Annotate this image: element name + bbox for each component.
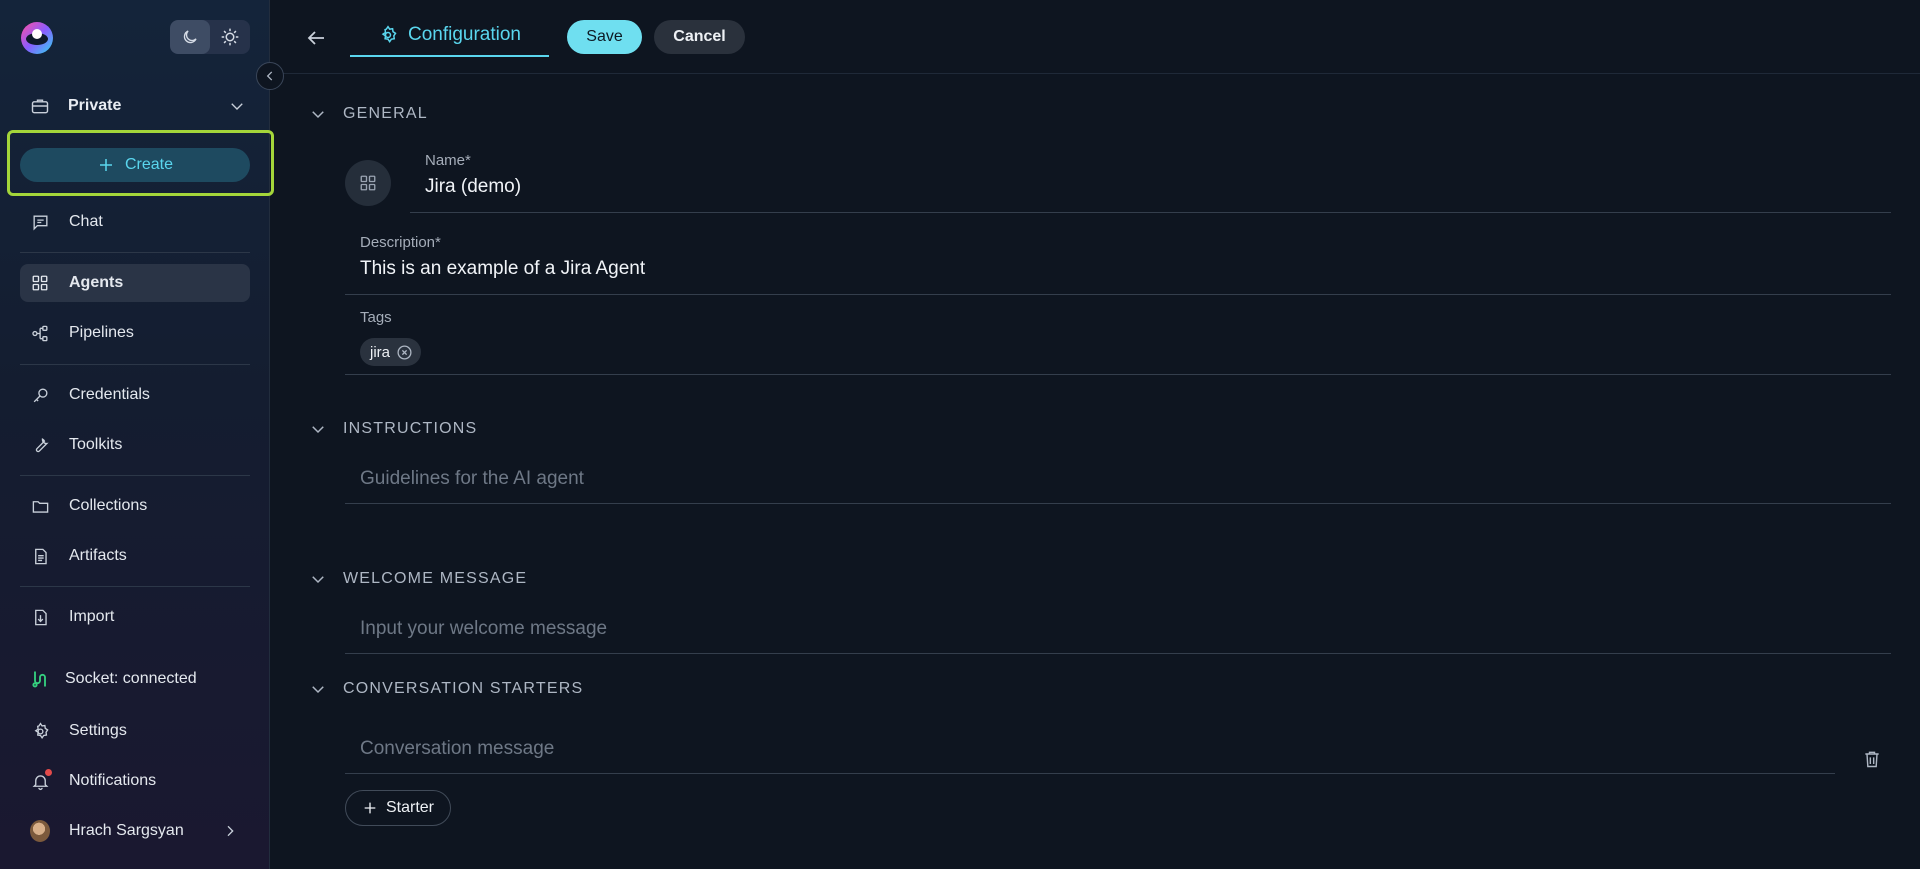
sidebar-item-toolkits[interactable]: Toolkits bbox=[20, 426, 250, 464]
user-menu[interactable]: Hrach Sargsyan bbox=[20, 812, 250, 850]
avatar bbox=[30, 820, 50, 842]
grid-icon bbox=[30, 273, 50, 293]
top-bar: Configuration Save Cancel bbox=[271, 0, 1920, 74]
bell-icon bbox=[30, 769, 52, 791]
project-name: Private bbox=[68, 97, 122, 114]
notification-dot bbox=[45, 769, 52, 776]
sidebar-item-import[interactable]: Import bbox=[20, 598, 250, 636]
section-title: WELCOME MESSAGE bbox=[343, 570, 528, 587]
sidebar-item-artifacts[interactable]: Artifacts bbox=[20, 537, 250, 575]
sidebar: Private Create Chat Agents Pipelines Cre… bbox=[0, 0, 274, 869]
chat-icon bbox=[30, 212, 50, 232]
chevron-down-icon bbox=[312, 426, 324, 434]
chevron-right-icon bbox=[222, 823, 238, 839]
sidebar-divider bbox=[20, 364, 250, 365]
sidebar-item-collections[interactable]: Collections bbox=[20, 487, 250, 525]
sidebar-item-label: Agents bbox=[69, 274, 124, 291]
instructions-input[interactable]: Guidelines for the AI agent bbox=[360, 468, 584, 490]
section-instructions-header[interactable]: INSTRUCTIONS bbox=[309, 417, 477, 441]
chevron-left-icon bbox=[266, 71, 273, 81]
theme-toggle[interactable] bbox=[170, 20, 250, 54]
sidebar-divider bbox=[20, 475, 250, 476]
sidebar-item-chat[interactable]: Chat bbox=[20, 203, 250, 241]
briefcase-icon bbox=[20, 96, 60, 116]
section-starters-header[interactable]: CONVERSATION STARTERS bbox=[309, 677, 583, 701]
welcome-underline bbox=[345, 653, 1891, 654]
description-underline bbox=[345, 294, 1891, 295]
name-field[interactable]: Jira (demo) bbox=[425, 176, 521, 198]
pipeline-icon bbox=[30, 323, 50, 343]
avatar-wrapper bbox=[30, 820, 50, 842]
key-icon bbox=[30, 385, 50, 405]
file-icon bbox=[30, 546, 50, 566]
chevron-down-icon bbox=[228, 97, 246, 115]
tab-configuration-label: Configuration bbox=[407, 24, 522, 45]
sidebar-item-label: Notifications bbox=[69, 772, 157, 789]
remove-tag-icon[interactable] bbox=[396, 344, 413, 361]
section-title: GENERAL bbox=[343, 105, 428, 122]
trash-icon[interactable] bbox=[1862, 748, 1882, 770]
sidebar-item-credentials[interactable]: Credentials bbox=[20, 376, 250, 414]
sidebar-item-label: Chat bbox=[69, 213, 103, 230]
name-label: Name* bbox=[425, 152, 471, 169]
sidebar-item-settings[interactable]: Settings bbox=[20, 712, 250, 750]
description-field[interactable]: This is an example of a Jira Agent bbox=[360, 258, 645, 280]
tab-configuration[interactable]: Configuration bbox=[350, 15, 549, 57]
collapse-sidebar-button[interactable] bbox=[256, 62, 284, 90]
sidebar-item-label: Import bbox=[69, 608, 115, 625]
plus-icon bbox=[364, 802, 376, 814]
cancel-button[interactable]: Cancel bbox=[654, 20, 745, 54]
socket-connected-icon bbox=[30, 669, 50, 689]
create-button[interactable]: Create bbox=[20, 148, 250, 182]
chevron-down-icon bbox=[312, 576, 324, 584]
sidebar-item-agents[interactable]: Agents bbox=[20, 264, 250, 302]
instructions-underline bbox=[345, 503, 1891, 504]
section-welcome-header[interactable]: WELCOME MESSAGE bbox=[309, 567, 527, 591]
add-starter-label: Starter bbox=[385, 799, 434, 816]
name-underline bbox=[410, 212, 1891, 213]
welcome-message-input[interactable]: Input your welcome message bbox=[360, 618, 607, 640]
project-selector[interactable]: Private bbox=[20, 88, 250, 124]
gear-icon bbox=[30, 721, 50, 741]
socket-status-label: Socket: connected bbox=[65, 670, 197, 687]
save-button[interactable]: Save bbox=[567, 20, 642, 54]
tags-label: Tags bbox=[360, 309, 392, 326]
plus-icon bbox=[99, 159, 112, 171]
starter-underline bbox=[345, 773, 1835, 774]
section-title: INSTRUCTIONS bbox=[343, 420, 478, 437]
section-general-header[interactable]: GENERAL bbox=[309, 102, 428, 126]
gear-icon bbox=[381, 25, 397, 44]
tags-underline bbox=[345, 374, 1891, 375]
sidebar-item-label: Pipelines bbox=[69, 324, 134, 341]
create-button-label: Create bbox=[124, 156, 174, 173]
chevron-down-icon bbox=[312, 686, 324, 694]
app-logo-icon[interactable] bbox=[19, 20, 55, 56]
section-title: CONVERSATION STARTERS bbox=[343, 680, 584, 697]
dark-mode-moon-icon[interactable] bbox=[170, 20, 210, 54]
description-label: Description* bbox=[360, 234, 441, 251]
sidebar-item-label: Settings bbox=[69, 722, 127, 739]
agent-avatar-icon[interactable] bbox=[345, 160, 391, 206]
sidebar-item-notifications[interactable]: Notifications bbox=[20, 762, 250, 800]
back-arrow-icon[interactable] bbox=[304, 26, 328, 50]
sidebar-divider bbox=[20, 252, 250, 253]
light-mode-sun-icon[interactable] bbox=[210, 20, 250, 54]
sidebar-divider bbox=[20, 586, 250, 587]
socket-status: Socket: connected bbox=[20, 660, 250, 698]
sidebar-item-label: Toolkits bbox=[69, 436, 123, 453]
add-starter-button[interactable]: Starter bbox=[345, 790, 451, 826]
sidebar-item-label: Artifacts bbox=[69, 547, 127, 564]
folder-icon bbox=[30, 496, 50, 516]
sidebar-item-label: Collections bbox=[69, 497, 148, 514]
wrench-icon bbox=[30, 435, 50, 455]
sidebar-item-pipelines[interactable]: Pipelines bbox=[20, 314, 250, 352]
sidebar-item-label: Credentials bbox=[69, 386, 150, 403]
conversation-message-input[interactable]: Conversation message bbox=[360, 738, 554, 760]
user-name: Hrach Sargsyan bbox=[69, 822, 184, 839]
tag-chip-label: jira bbox=[370, 343, 391, 361]
tag-chip[interactable]: jira bbox=[360, 338, 422, 366]
chevron-down-icon bbox=[312, 111, 324, 119]
import-icon bbox=[30, 607, 50, 627]
